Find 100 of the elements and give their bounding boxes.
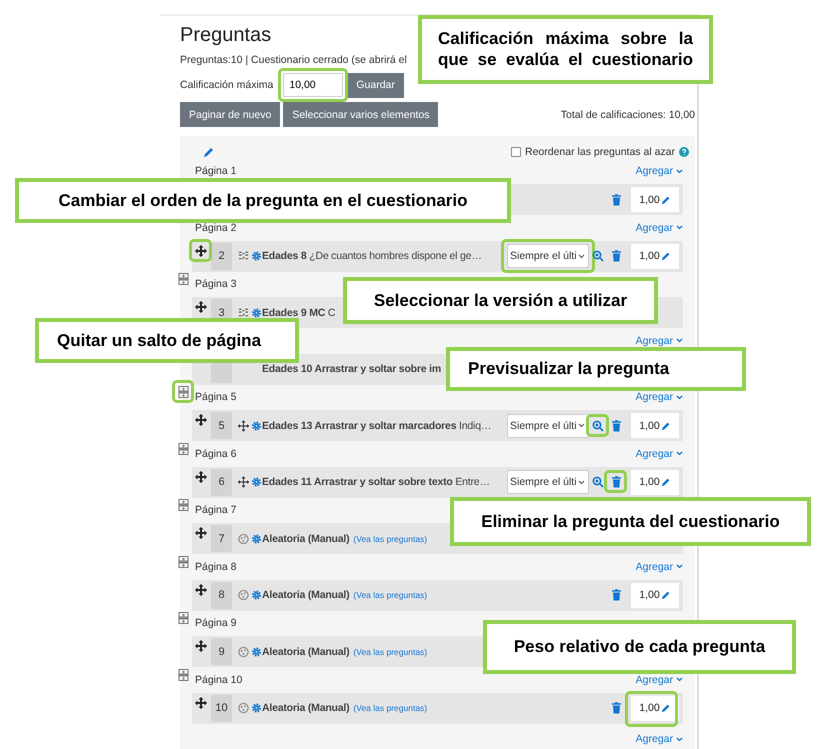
question-number: 7 <box>218 532 225 544</box>
move-icon[interactable] <box>195 584 207 596</box>
add-link[interactable]: Agregar <box>636 391 683 403</box>
question-title: Aleatoria (Manual) <box>262 702 350 714</box>
toolbar-button[interactable]: Paginar de nuevo <box>180 102 280 127</box>
quiz-info: Preguntas:10 | Cuestionario cerrado (se abrirá el <box>180 54 407 68</box>
page-break-icon[interactable] <box>178 556 189 568</box>
question-number: 2 <box>218 250 225 262</box>
add-link[interactable]: Agregar <box>636 674 683 686</box>
move-icon[interactable] <box>195 301 207 313</box>
caret-icon <box>578 423 585 428</box>
page-label: Página 9 <box>195 617 236 629</box>
caret-icon <box>676 677 683 682</box>
question-title: Edades 8 ¿De cuantos hombres dispone el ge… <box>262 250 482 262</box>
delete-icon[interactable] <box>610 476 622 488</box>
question-number: 3 <box>218 306 225 318</box>
version-select[interactable]: Siempre el últi <box>507 414 589 438</box>
callout-box: Previsualizar la pregunta <box>446 347 746 391</box>
callout-box: Quitar un salto de página <box>35 318 299 363</box>
page-break-icon[interactable] <box>178 442 189 454</box>
page-label: Página 3 <box>195 278 236 290</box>
question-number: 5 <box>218 420 225 432</box>
toolbar-button[interactable]: Seleccionar varios elementos <box>283 102 438 127</box>
settings-icon[interactable] <box>251 250 262 262</box>
pencil-icon[interactable] <box>660 251 671 261</box>
preview-icon[interactable] <box>592 476 604 488</box>
move-icon[interactable] <box>195 244 207 256</box>
version-select[interactable]: Siempre el últi <box>507 470 589 494</box>
pencil-icon[interactable] <box>660 703 671 713</box>
max-grade-field[interactable]: 10,00 <box>283 73 344 97</box>
page-label: Página 5 <box>195 391 236 403</box>
question-title: Edades 13 Arrastrar y soltar marcadores Indiq… <box>262 420 492 432</box>
delete-icon[interactable] <box>610 194 622 206</box>
pencil-icon[interactable] <box>660 590 671 600</box>
add-link[interactable]: Agregar <box>636 733 683 745</box>
help-icon[interactable] <box>679 147 689 157</box>
add-link[interactable]: Agregar <box>636 165 683 177</box>
caret-icon <box>676 564 683 569</box>
question-number: 6 <box>218 476 225 488</box>
settings-icon[interactable] <box>251 532 262 544</box>
page-title: Preguntas <box>180 24 272 48</box>
move-icon[interactable] <box>195 414 207 426</box>
settings-icon[interactable] <box>251 476 262 488</box>
question-grade[interactable]: 1,00 <box>631 470 679 494</box>
page-label: Página 2 <box>195 222 236 234</box>
delete-icon[interactable] <box>610 589 622 601</box>
callout-box: Eliminar la pregunta del cuestionario <box>450 497 811 546</box>
pencil-icon[interactable] <box>660 477 671 487</box>
caret-icon <box>676 451 683 456</box>
page-label: Página 8 <box>195 560 236 572</box>
pencil-icon[interactable] <box>203 146 215 158</box>
shuffle-checkbox[interactable] <box>510 147 521 157</box>
move-icon[interactable] <box>195 470 207 482</box>
question-grade[interactable]: 1,00 <box>631 187 679 212</box>
add-link[interactable]: Agregar <box>636 222 683 234</box>
page-label: Página 7 <box>195 504 236 516</box>
add-link[interactable]: Agregar <box>636 448 683 460</box>
question-number: 8 <box>218 589 225 601</box>
caret-icon <box>676 394 683 400</box>
view-questions-link[interactable]: (Vea las preguntas) <box>353 534 428 544</box>
question-title: Edades 9 MC C <box>262 306 336 318</box>
caret-icon <box>676 736 683 742</box>
move-icon[interactable] <box>195 527 207 539</box>
delete-icon[interactable] <box>610 250 622 262</box>
add-link[interactable]: Agregar <box>636 560 683 572</box>
preview-icon[interactable] <box>592 420 604 432</box>
page-break-icon[interactable] <box>178 612 189 624</box>
page-break-icon[interactable] <box>178 499 189 511</box>
view-questions-link[interactable]: (Vea las preguntas) <box>353 590 428 600</box>
settings-icon[interactable] <box>251 646 262 658</box>
question-grade[interactable]: 1,00 <box>631 696 679 720</box>
settings-icon[interactable] <box>251 589 262 601</box>
question-title: Edades 11 Arrastrar y soltar sobre texto Entre… <box>262 476 490 488</box>
page-label: Página 1 <box>195 165 236 177</box>
delete-icon[interactable] <box>610 420 622 432</box>
pencil-icon[interactable] <box>660 420 671 430</box>
question-grade[interactable]: 1,00 <box>631 413 679 438</box>
move-icon[interactable] <box>195 640 207 652</box>
pencil-icon[interactable] <box>660 194 671 204</box>
question-title: Aleatoria (Manual) <box>262 589 350 601</box>
page-break-icon[interactable] <box>178 273 189 285</box>
caret-icon <box>676 168 683 174</box>
page-break-icon[interactable] <box>178 668 189 680</box>
question-number: 9 <box>218 646 225 658</box>
delete-icon[interactable] <box>610 702 622 714</box>
settings-icon[interactable] <box>251 306 262 318</box>
view-questions-link[interactable]: (Vea las preguntas) <box>353 703 428 713</box>
version-select[interactable]: Siempre el últi <box>507 244 589 268</box>
settings-icon[interactable] <box>251 420 262 432</box>
preview-icon[interactable] <box>592 250 604 262</box>
question-grade[interactable]: 1,00 <box>631 244 679 268</box>
total-grades: Total de calificaciones: 10,00 <box>560 108 695 120</box>
save-button[interactable]: Guardar <box>347 72 404 98</box>
view-questions-link[interactable]: (Vea las preguntas) <box>353 646 428 656</box>
settings-icon[interactable] <box>251 702 262 714</box>
add-link[interactable]: Agregar <box>636 334 683 346</box>
page-break-icon[interactable] <box>178 386 189 398</box>
question-grade[interactable]: 1,00 <box>631 582 679 608</box>
page-label: Página 6 <box>195 448 236 460</box>
move-icon[interactable] <box>195 696 207 708</box>
